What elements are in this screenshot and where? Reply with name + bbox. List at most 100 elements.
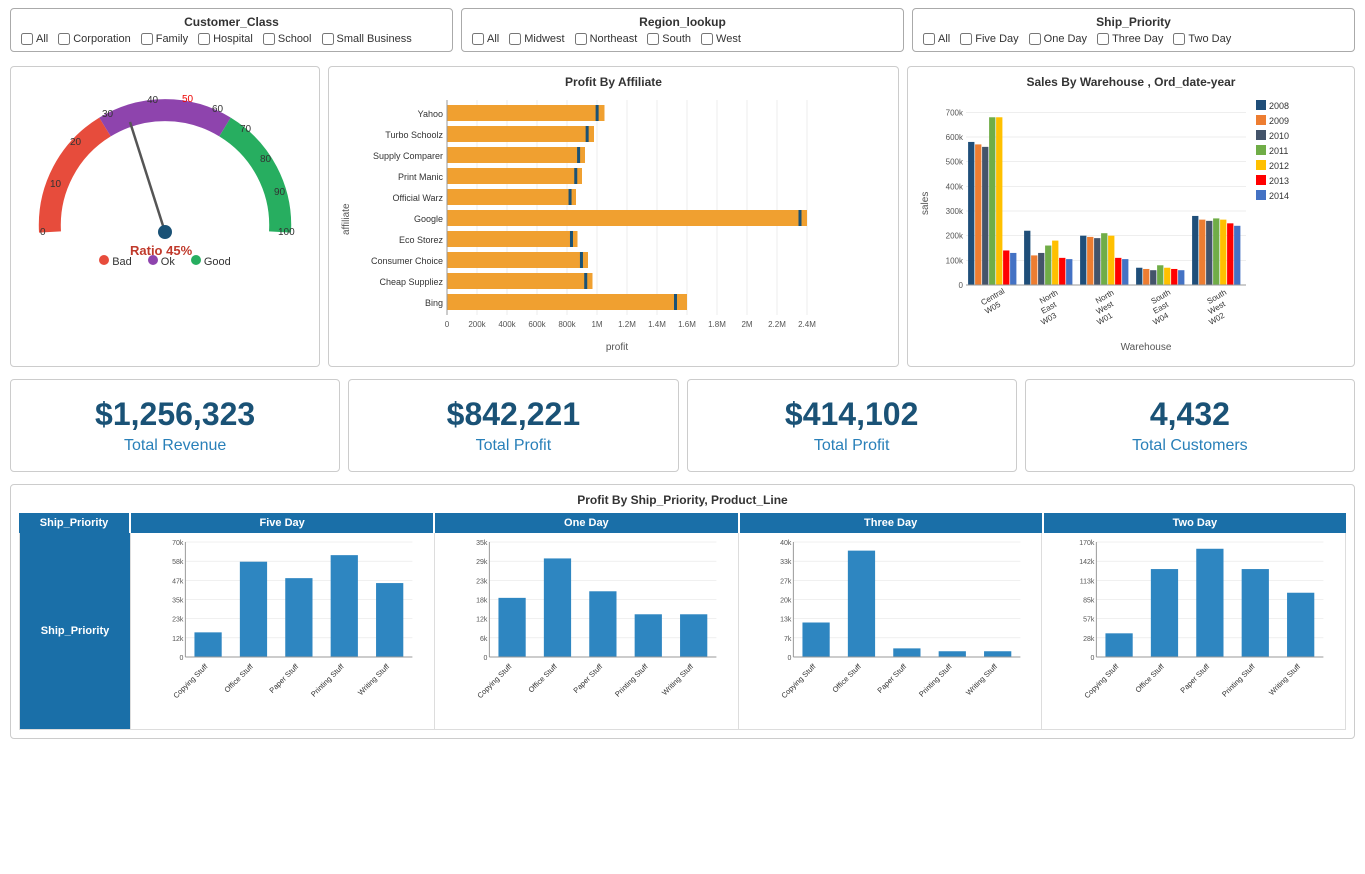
kpi-profit1-value: $842,221 (369, 396, 657, 433)
svg-text:Paper Stuff: Paper Stuff (571, 661, 604, 694)
svg-text:Consumer Choice: Consumer Choice (371, 256, 443, 266)
ship-priority-label: Ship_Priority (41, 625, 109, 637)
bottom-chart-title: Profit By Ship_Priority, Product_Line (19, 493, 1346, 507)
region-midwest[interactable]: Midwest (509, 33, 564, 45)
svg-text:23k: 23k (476, 578, 488, 585)
svg-text:40k: 40k (780, 540, 792, 547)
svg-text:2013: 2013 (1269, 176, 1289, 186)
svg-text:Copying Stuff: Copying Stuff (171, 661, 210, 700)
svg-text:profit: profit (606, 342, 628, 353)
svg-text:57k: 57k (1083, 617, 1095, 624)
svg-text:70: 70 (240, 124, 252, 135)
kpi-profit2: $414,102 Total Profit (687, 379, 1017, 472)
svg-text:0: 0 (1091, 655, 1095, 662)
filter-school[interactable]: School (263, 33, 312, 45)
svg-text:2012: 2012 (1269, 161, 1289, 171)
svg-text:100k: 100k (946, 256, 964, 265)
filter-hospital[interactable]: Hospital (198, 33, 253, 45)
kpi-profit2-value: $414,102 (708, 396, 996, 433)
svg-text:Office Stuff: Office Stuff (1134, 661, 1167, 694)
kpi-profit2-label: Total Profit (708, 437, 996, 455)
svg-text:7k: 7k (783, 636, 791, 643)
svg-text:Eco Storez: Eco Storez (399, 235, 444, 245)
svg-text:Office Stuff: Office Stuff (222, 661, 255, 694)
svg-text:Copying Stuff: Copying Stuff (475, 661, 514, 700)
svg-text:85k: 85k (1083, 598, 1095, 605)
svg-text:200k: 200k (468, 320, 486, 329)
svg-text:2008: 2008 (1269, 101, 1289, 111)
ship-priority-column: Ship_Priority (20, 533, 130, 729)
two-day-chart: 028k57k85k113k142k170kCopying StuffOffic… (1046, 537, 1341, 722)
svg-text:Writing Stuff: Writing Stuff (660, 661, 696, 697)
svg-text:90: 90 (274, 187, 286, 198)
svg-text:Writing Stuff: Writing Stuff (1267, 661, 1303, 697)
svg-text:13k: 13k (780, 617, 792, 624)
svg-text:Turbo Schoolz: Turbo Schoolz (385, 130, 443, 140)
svg-text:200k: 200k (946, 232, 964, 241)
region-south[interactable]: South (647, 33, 691, 45)
filter-corporation[interactable]: Corporation (58, 33, 130, 45)
svg-text:70k: 70k (172, 540, 184, 547)
charts-row: 0 10 20 30 40 50 60 70 80 90 100 Ratio (0, 60, 1365, 373)
warehouse-chart-title: Sales By Warehouse , Ord_date-year (916, 75, 1346, 89)
ship-two-day[interactable]: Two Day (1173, 33, 1231, 45)
svg-text:sales: sales (920, 192, 931, 215)
svg-text:0: 0 (179, 655, 183, 662)
kpi-customers-label: Total Customers (1046, 437, 1334, 455)
svg-text:Writing Stuff: Writing Stuff (964, 661, 1000, 697)
svg-text:33k: 33k (780, 559, 792, 566)
header-ship-priority: Ship_Priority (19, 513, 129, 533)
region-west[interactable]: West (701, 33, 741, 45)
svg-text:1.6M: 1.6M (678, 320, 696, 329)
kpi-customers: 4,432 Total Customers (1025, 379, 1355, 472)
svg-text:12k: 12k (476, 617, 488, 624)
svg-text:2.2M: 2.2M (768, 320, 786, 329)
svg-text:0: 0 (40, 227, 46, 238)
svg-text:20k: 20k (780, 598, 792, 605)
svg-text:6k: 6k (480, 636, 488, 643)
ship-five-day[interactable]: Five Day (960, 33, 1018, 45)
svg-text:1.4M: 1.4M (648, 320, 666, 329)
two-day-panel: 028k57k85k113k142k170kCopying StuffOffic… (1041, 533, 1345, 729)
svg-text:0: 0 (445, 320, 450, 329)
svg-text:40: 40 (147, 95, 159, 106)
svg-text:1M: 1M (591, 320, 602, 329)
svg-text:Printing Stuff: Printing Stuff (917, 661, 954, 698)
region-all[interactable]: All (472, 33, 499, 45)
svg-text:Ratio 45%: Ratio 45% (130, 243, 193, 258)
ship-three-day[interactable]: Three Day (1097, 33, 1163, 45)
svg-text:800k: 800k (558, 320, 576, 329)
warehouse-chart: Sales By Warehouse , Ord_date-year sales… (907, 66, 1355, 367)
svg-text:0: 0 (483, 655, 487, 662)
five-day-panel: 012k23k35k47k58k70kCopying StuffOffice S… (130, 533, 434, 729)
region-lookup-title: Region_lookup (472, 15, 893, 29)
svg-text:58k: 58k (172, 559, 184, 566)
ship-all[interactable]: All (923, 33, 950, 45)
svg-text:1.2M: 1.2M (618, 320, 636, 329)
region-lookup-items: All Midwest Northeast South West (472, 33, 893, 45)
svg-text:Office Stuff: Office Stuff (526, 661, 559, 694)
svg-text:2009: 2009 (1269, 116, 1289, 126)
three-day-chart: 07k13k20k27k33k40kCopying StuffOffice St… (743, 537, 1038, 722)
filter-small-business[interactable]: Small Business (322, 33, 412, 45)
kpi-revenue: $1,256,323 Total Revenue (10, 379, 340, 472)
customer-class-items: All Corporation Family Hospital School S… (21, 33, 442, 45)
region-northeast[interactable]: Northeast (575, 33, 638, 45)
one-day-chart: 06k12k18k23k29k35kCopying StuffOffice St… (439, 537, 734, 722)
svg-text:2010: 2010 (1269, 131, 1289, 141)
svg-text:0: 0 (959, 281, 964, 290)
ship-priority-filter: Ship_Priority All Five Day One Day Three… (912, 8, 1355, 52)
filter-family[interactable]: Family (141, 33, 188, 45)
svg-text:2011: 2011 (1269, 146, 1288, 156)
svg-text:Supply Comparer: Supply Comparer (373, 151, 443, 161)
svg-text:113k: 113k (1080, 578, 1095, 585)
svg-text:100: 100 (278, 227, 295, 238)
svg-text:2.4M: 2.4M (798, 320, 816, 329)
svg-text:Official Warz: Official Warz (392, 193, 443, 203)
region-lookup-filter: Region_lookup All Midwest Northeast Sout… (461, 8, 904, 52)
ship-one-day[interactable]: One Day (1029, 33, 1087, 45)
gauge-svg: 0 10 20 30 40 50 60 70 80 90 100 Ratio (30, 87, 300, 262)
five-day-chart: 012k23k35k47k58k70kCopying StuffOffice S… (135, 537, 430, 722)
filter-all[interactable]: All (21, 33, 48, 45)
svg-text:Office Stuff: Office Stuff (830, 661, 863, 694)
